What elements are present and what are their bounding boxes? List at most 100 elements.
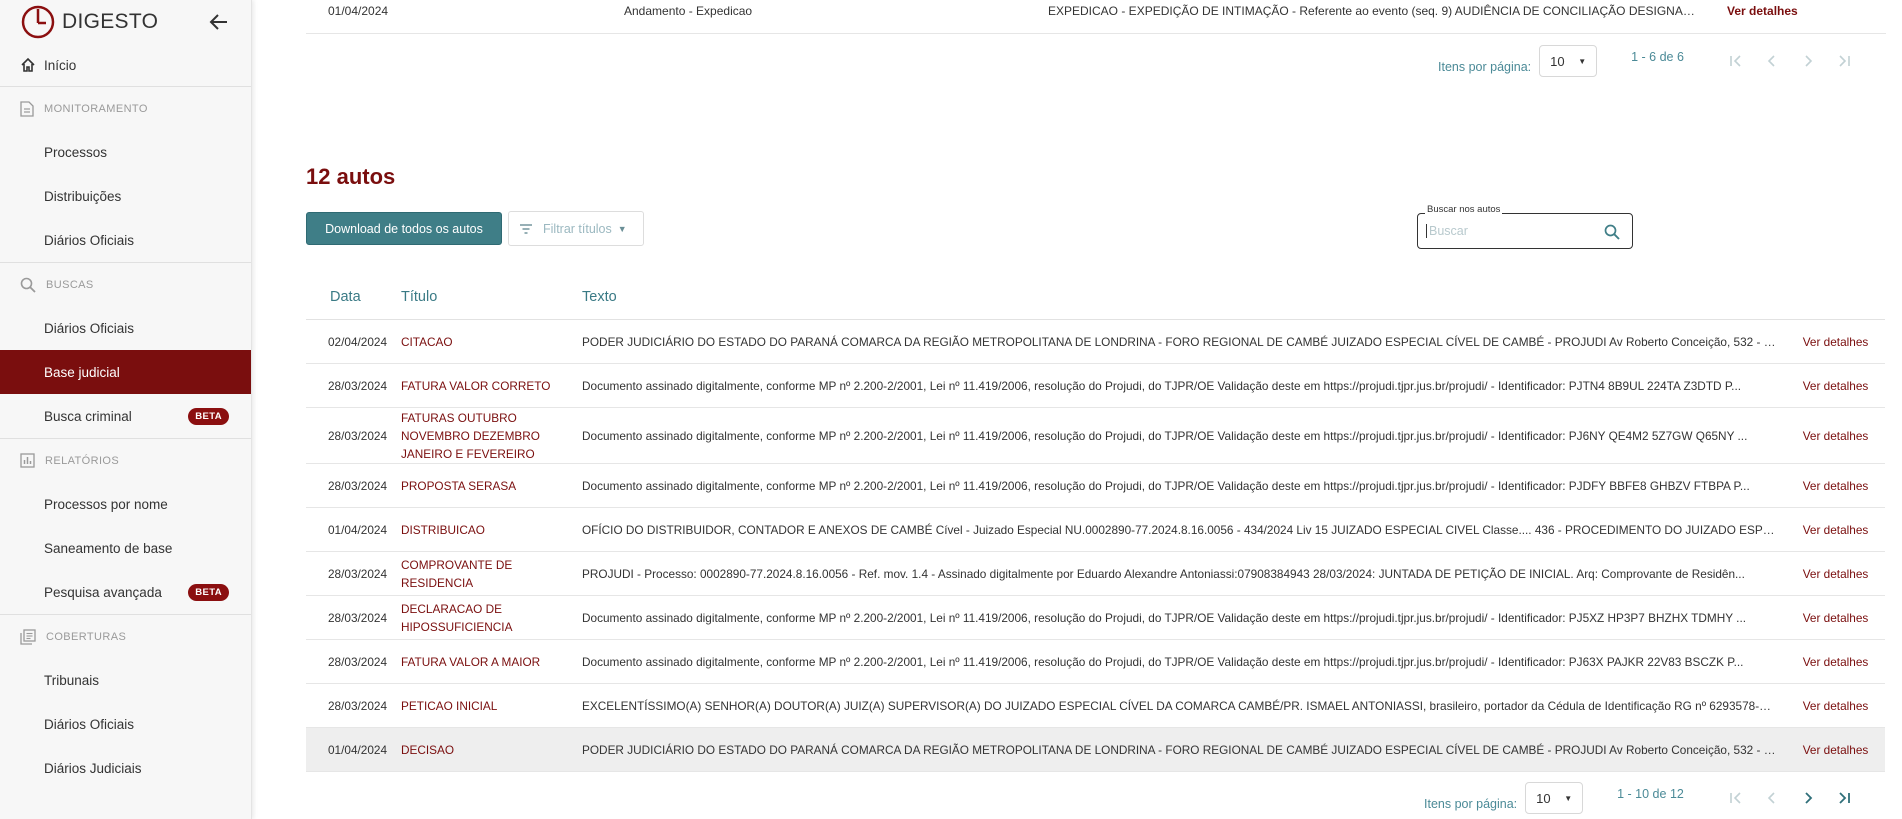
sidebar-item-inicio[interactable]: Início <box>0 44 251 86</box>
cell-title: COMPROVANTE DE RESIDENCIA <box>401 557 513 590</box>
bottom-pagination: Itens por página: 10 ▼ 1 - 10 de 12 <box>1424 782 1862 814</box>
beta-badge: BETA <box>188 407 229 425</box>
ver-detalhes-link[interactable]: Ver detalhes <box>1786 477 1885 495</box>
table-row[interactable]: 28/03/2024 DECLARACAO DE HIPOSSUFICIENCI… <box>306 596 1885 640</box>
chevron-right-icon <box>1805 55 1813 67</box>
items-per-page-select[interactable]: 10 ▼ <box>1525 782 1584 814</box>
sidebar: DIGESTO Início MONITORAMENTO Processos D… <box>0 0 252 819</box>
beta-badge: BETA <box>188 583 229 601</box>
cell-text: OFÍCIO DO DISTRIBUIDOR, CONTADOR E ANEXO… <box>582 522 1781 537</box>
sidebar-item-pesquisa-avancada[interactable]: Pesquisa avançada BETA <box>0 570 251 614</box>
sidebar-item-saneamento-de-base[interactable]: Saneamento de base <box>0 526 251 570</box>
last-page-button[interactable] <box>1826 786 1862 810</box>
col-header-titulo[interactable]: Título <box>401 288 582 306</box>
table-row[interactable]: 02/04/2024 CITACAO PODER JUDICIÁRIO DO E… <box>306 320 1885 364</box>
download-all-button[interactable]: Download de todos os autos <box>306 212 502 245</box>
last-page-icon <box>1839 55 1850 67</box>
digesto-logo-icon <box>21 5 55 39</box>
prev-page-button[interactable] <box>1754 786 1790 810</box>
cell-text: EXPEDICAO - EXPEDIÇÃO DE INTIMAÇÃO - Ref… <box>1048 4 1698 18</box>
next-page-button[interactable] <box>1790 49 1826 73</box>
top-pagination: Itens por página: 10 ▼ 1 - 6 de 6 <box>1438 45 1862 77</box>
sidebar-section-monitoramento: MONITORAMENTO <box>0 86 251 130</box>
sidebar-item-diarios-oficiais-coberturas[interactable]: Diários Oficiais <box>0 702 251 746</box>
ver-detalhes-link[interactable]: Ver detalhes <box>1786 565 1885 583</box>
cell-date: 28/03/2024 <box>328 654 388 669</box>
table-header: Data Título Texto <box>306 274 1885 320</box>
ver-detalhes-link[interactable]: Ver detalhes <box>1727 4 1798 18</box>
chevron-left-icon <box>1767 55 1775 67</box>
chevron-right-icon <box>1805 792 1813 804</box>
table-row[interactable]: 28/03/2024 PROPOSTA SERASA Documento ass… <box>306 464 1885 508</box>
cell-type: Andamento - Expedicao <box>624 4 753 18</box>
caret-down-icon: ▼ <box>1578 56 1587 66</box>
next-page-button[interactable] <box>1790 786 1826 810</box>
sidebar-item-label: Diários Oficiais <box>44 320 135 336</box>
ver-detalhes-link[interactable]: Ver detalhes <box>1786 521 1885 539</box>
sidebar-item-label: Diários Judiciais <box>44 760 142 776</box>
table-row[interactable]: 28/03/2024 FATURAS OUTUBRO NOVEMBRO DEZE… <box>306 408 1885 464</box>
sidebar-item-diarios-oficiais-buscas[interactable]: Diários Oficiais <box>0 306 251 350</box>
first-page-button[interactable] <box>1718 49 1754 73</box>
cell-title: FATURAS OUTUBRO NOVEMBRO DEZEMBRO JANEIR… <box>401 410 540 461</box>
sidebar-item-label: Pesquisa avançada <box>44 584 162 600</box>
section-title: BUSCAS <box>46 278 94 291</box>
sidebar-item-diarios-judiciais[interactable]: Diários Judiciais <box>0 746 251 790</box>
chart-icon <box>20 453 35 468</box>
table-row[interactable]: 28/03/2024 FATURA VALOR A MAIOR Document… <box>306 640 1885 684</box>
section-title: 12 autos <box>306 164 396 189</box>
cell-title: FATURA VALOR CORRETO <box>401 378 551 393</box>
first-page-icon <box>1730 55 1741 67</box>
items-per-page-select[interactable]: 10 ▼ <box>1539 45 1598 77</box>
cell-date: 28/03/2024 <box>328 478 388 493</box>
ver-detalhes-link[interactable]: Ver detalhes <box>1786 697 1885 715</box>
ver-detalhes-link[interactable]: Ver detalhes <box>1786 609 1885 627</box>
col-header-texto[interactable]: Texto <box>582 289 1786 305</box>
sidebar-item-base-judicial[interactable]: Base judicial <box>0 350 251 394</box>
filter-label: Filtrar títulos <box>543 221 612 236</box>
ver-detalhes-link[interactable]: Ver detalhes <box>1786 741 1885 759</box>
ver-detalhes-link[interactable]: Ver detalhes <box>1786 377 1885 395</box>
items-per-page-label: Itens por página: <box>1438 60 1532 74</box>
main-content: 01/04/2024 Andamento - Expedicao EXPEDIC… <box>252 0 1902 819</box>
sidebar-item-processos[interactable]: Processos <box>0 130 251 174</box>
cell-title: DECISAO <box>401 742 455 757</box>
brand-name: DIGESTO <box>62 10 159 33</box>
sidebar-item-distribuicoes[interactable]: Distribuições <box>0 174 251 218</box>
search-icon[interactable] <box>1604 224 1620 240</box>
table-row[interactable]: 28/03/2024 FATURA VALOR CORRETO Document… <box>306 364 1885 408</box>
cell-date: 02/04/2024 <box>328 334 388 349</box>
page-range: 1 - 6 de 6 <box>1631 50 1684 64</box>
prev-page-button[interactable] <box>1754 49 1790 73</box>
sidebar-item-processos-por-nome[interactable]: Processos por nome <box>0 482 251 526</box>
ver-detalhes-link[interactable]: Ver detalhes <box>1786 427 1885 445</box>
filter-titles-button[interactable]: Filtrar títulos ▼ <box>508 211 644 246</box>
search-box <box>1417 213 1633 249</box>
select-value: 10 <box>1550 53 1565 69</box>
col-header-data[interactable]: Data <box>306 289 401 305</box>
table-row[interactable]: 01/04/2024 DISTRIBUICAO OFÍCIO DO DISTRI… <box>306 508 1885 552</box>
last-page-button[interactable] <box>1826 49 1862 73</box>
table-row[interactable]: 28/03/2024 COMPROVANTE DE RESIDENCIA PRO… <box>306 552 1885 596</box>
items-per-page-label: Itens por página: <box>1424 797 1518 811</box>
arrow-left-icon[interactable] <box>207 10 231 34</box>
cell-text: Documento assinado digitalmente, conform… <box>582 378 1742 393</box>
cell-text: Documento assinado digitalmente, conform… <box>582 654 1744 669</box>
sidebar-item-label: Distribuições <box>44 188 122 204</box>
sidebar-item-label: Diários Oficiais <box>44 232 135 248</box>
sidebar-item-diarios-oficiais-monitoramento[interactable]: Diários Oficiais <box>0 218 251 262</box>
sidebar-item-tribunais[interactable]: Tribunais <box>0 658 251 702</box>
cell-title: DECLARACAO DE HIPOSSUFICIENCIA <box>401 601 513 634</box>
sidebar-section-buscas: BUSCAS <box>0 262 251 306</box>
first-page-button[interactable] <box>1718 786 1754 810</box>
table-row[interactable]: 01/04/2024 DECISAO PODER JUDICIÁRIO DO E… <box>306 728 1885 772</box>
cell-title: PROPOSTA SERASA <box>401 478 517 493</box>
table-row[interactable]: 28/03/2024 PETICAO INICIAL EXCELENTÍSSIM… <box>306 684 1885 728</box>
sidebar-item-label: Busca criminal <box>44 408 132 424</box>
chevron-left-icon <box>1767 792 1775 804</box>
ver-detalhes-link[interactable]: Ver detalhes <box>1786 653 1885 671</box>
sidebar-item-busca-criminal[interactable]: Busca criminal BETA <box>0 394 251 438</box>
sidebar-section-coberturas: COBERTURAS <box>0 614 251 658</box>
ver-detalhes-link[interactable]: Ver detalhes <box>1786 333 1885 351</box>
search-input[interactable] <box>1426 224 1596 238</box>
